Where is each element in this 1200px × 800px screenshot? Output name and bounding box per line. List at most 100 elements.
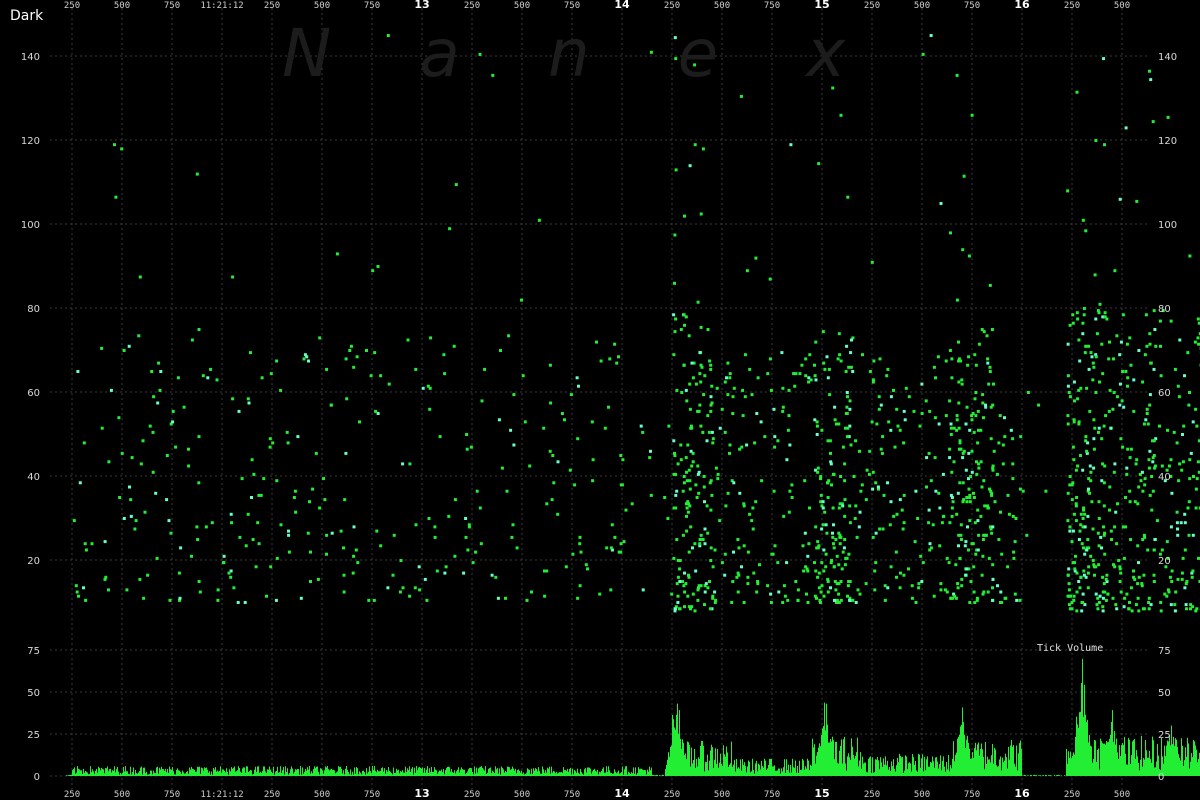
scatter-point: [453, 498, 457, 502]
volume-bar: [982, 749, 983, 776]
scatter-point: [937, 491, 941, 495]
scatter-point: [987, 382, 991, 386]
scatter-point: [710, 401, 714, 405]
scatter-point: [948, 521, 952, 525]
volume-bar: [306, 770, 307, 776]
scatter-point: [687, 550, 691, 554]
volume-bar: [918, 753, 919, 776]
volume-bar: [776, 770, 777, 776]
scatter-point: [1182, 424, 1186, 428]
scatter-point: [138, 577, 142, 581]
volume-bar: [444, 774, 445, 776]
volume-bar: [74, 767, 75, 776]
scatter-point: [816, 540, 820, 544]
scatter-point: [895, 407, 899, 411]
scatter-point: [826, 481, 830, 485]
scatter-point: [1128, 601, 1131, 604]
scatter-point: [1086, 514, 1090, 518]
volume-bar: [881, 762, 882, 776]
scatter-point: [883, 598, 887, 602]
scatter-point: [701, 430, 705, 434]
scatter-point: [1095, 332, 1099, 336]
scatter-point: [275, 479, 279, 483]
scatter-point: [1173, 603, 1177, 607]
scatter-point: [504, 596, 507, 600]
scatter-point: [675, 538, 679, 541]
volume-bar: [954, 761, 955, 776]
scatter-point: [1070, 498, 1074, 502]
scatter-point: [882, 493, 886, 497]
scatter-point: [159, 370, 163, 373]
scatter-point: [794, 580, 798, 583]
volume-bar: [713, 767, 714, 776]
volume-bar: [85, 771, 86, 776]
volume-bar: [403, 772, 404, 776]
scatter-point: [826, 590, 830, 594]
volume-bar: [597, 769, 598, 776]
volume-bar: [1104, 743, 1105, 776]
x-tick-label-bottom: 250: [264, 790, 280, 800]
scatter-point: [710, 430, 714, 434]
scatter-point: [1081, 517, 1085, 520]
scatter-point: [820, 561, 824, 565]
volume-bar: [479, 767, 480, 776]
scatter-point: [672, 439, 676, 443]
scatter-point: [840, 567, 844, 571]
volume-bar: [640, 768, 641, 776]
scatter-point: [976, 409, 980, 413]
volume-bar: [366, 768, 367, 776]
scatter-point: [683, 323, 686, 327]
volume-bar: [891, 761, 892, 776]
scatter-point: [511, 523, 515, 527]
scatter-point: [952, 460, 956, 464]
volume-bar: [267, 769, 268, 776]
volume-bar: [877, 757, 878, 776]
volume-bar: [167, 769, 168, 776]
scatter-point: [134, 519, 138, 523]
scatter-point: [960, 577, 964, 581]
volume-bar: [75, 773, 76, 776]
volume-bar: [733, 764, 734, 776]
volume-bar: [634, 773, 635, 776]
scatter-point: [819, 590, 823, 594]
volume-y-tick-label: 75: [27, 646, 40, 657]
volume-bar: [422, 767, 423, 776]
volume-bar: [741, 770, 742, 776]
scatter-point: [1077, 388, 1081, 392]
volume-bar: [625, 766, 626, 776]
volume-bar: [833, 740, 834, 776]
volume-bar: [720, 753, 721, 776]
scatter-point: [814, 340, 818, 344]
volume-bar: [237, 770, 238, 776]
volume-bar: [988, 759, 989, 776]
scatter-point: [718, 519, 722, 523]
volume-bar: [409, 766, 410, 776]
scatter-point: [838, 535, 842, 539]
scatter-point: [833, 580, 837, 583]
scatter-point: [782, 584, 786, 588]
scatter-point: [1068, 323, 1072, 327]
scatter-point: [950, 470, 954, 474]
scatter-point: [143, 510, 147, 514]
scatter-point: [1066, 384, 1070, 388]
volume-bar: [913, 757, 914, 776]
scatter-point: [834, 588, 838, 592]
scatter-point: [129, 498, 133, 502]
scatter-point: [521, 374, 525, 378]
scatter-point: [756, 376, 760, 380]
volume-bar: [784, 759, 785, 776]
volume-bar: [1097, 750, 1098, 776]
volume-bar: [1153, 740, 1154, 776]
scatter-point: [103, 540, 107, 544]
volume-bar: [551, 766, 552, 776]
volume-bar: [1134, 739, 1135, 776]
volume-bar: [632, 773, 633, 776]
volume-bar: [922, 754, 923, 776]
scatter-point: [617, 355, 620, 359]
volume-bar: [1194, 741, 1195, 776]
volume-bar: [486, 773, 487, 776]
volume-bar: [542, 766, 543, 776]
x-tick-label-bottom: 250: [64, 790, 80, 800]
scatter-point: [127, 344, 131, 348]
volume-bar: [716, 764, 717, 776]
